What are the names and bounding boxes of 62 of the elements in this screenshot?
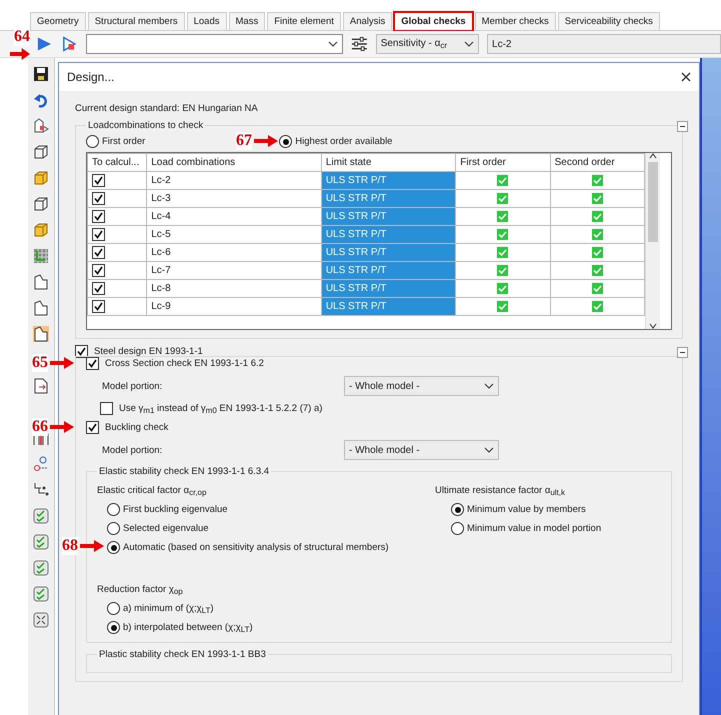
radio-label: Automatic (based on sensitivity analysis of structural members) <box>123 542 389 553</box>
radio-label: Minimum value in model portion <box>467 523 602 534</box>
group-title: Loadcombinations to check <box>87 120 204 131</box>
option-group-label: Elastic critical factor α$_{cr,op}$ <box>97 485 208 497</box>
group-title: Plastic stability check EN 1993-1-1 BB3 <box>98 649 267 660</box>
table-cell: Lc-8 <box>146 280 322 298</box>
field-label: Model portion: <box>102 444 164 456</box>
load-case-field[interactable]: Lc-2 <box>487 34 721 54</box>
table-cell: Lc-9 <box>146 298 322 316</box>
radio-label: a) minimum of (χ;χ$_{LT}$) <box>123 602 214 614</box>
column-header[interactable]: Second order <box>550 154 644 172</box>
radio-label: Selected eigenvalue <box>123 523 209 534</box>
field-label: Model portion: <box>102 380 164 392</box>
table-cell: ULS STR P/T <box>321 172 456 190</box>
table-cell: ULS STR P/T <box>321 208 456 226</box>
option-group-label: Ultimate resistance factor α$_{ult,k}$ <box>435 485 566 497</box>
tab[interactable]: Mass <box>228 12 266 30</box>
callout-number: 68 <box>62 537 78 555</box>
dialog-title: Design... <box>67 70 114 84</box>
model-portion-combo[interactable]: - Whole model - <box>344 440 499 460</box>
tab[interactable]: Geometry <box>30 12 86 30</box>
table-cell: ULS STR P/T <box>321 280 456 298</box>
model-portion-combo[interactable]: - Whole model - <box>344 376 499 396</box>
table-cell: Lc-6 <box>146 244 322 262</box>
tab[interactable]: Member checks <box>474 12 556 30</box>
tab[interactable]: Loads <box>186 12 226 30</box>
table-cell: ULS STR P/T <box>321 226 456 244</box>
tab[interactable]: Finite element <box>267 12 341 30</box>
table-cell: ULS STR P/T <box>321 244 456 262</box>
table-cell: Lc-2 <box>146 172 322 190</box>
table-cell: ULS STR P/T <box>321 190 456 208</box>
option-group-label: Reduction factor χ$_{op}$ <box>97 584 184 596</box>
checkbox-label: Use γ$_{m1}$ instead of γ$_{m0}$ EN 1993-1-1 5.2.2 (7) a) <box>119 402 322 414</box>
checkbox-label: Buckling check <box>105 422 168 433</box>
checkbox-label: Cross Section check EN 1993-1-1 6.2 <box>105 358 264 369</box>
table-cell: Lc-5 <box>146 226 322 244</box>
tab[interactable]: Serviceability checks <box>558 12 660 30</box>
design-standard: Current design standard: EN Hungarian NA <box>75 103 259 114</box>
column-header[interactable]: Load combinations <box>146 154 322 172</box>
radio-label: First buckling eigenvalue <box>123 504 228 515</box>
radio-label: b) interpolated between (χ;χ$_{LT}$) <box>123 622 253 634</box>
checkbox-label: Steel design EN 1993-1-1 <box>94 346 203 357</box>
tab[interactable]: Analysis <box>342 12 392 30</box>
column-header[interactable]: To calcul... <box>88 154 147 172</box>
callout-number: 67 <box>236 132 252 150</box>
radio-label: First order <box>102 136 146 147</box>
tab[interactable]: Global checks <box>394 12 473 30</box>
group-title: Elastic stability check EN 1993-1-1 6.3.4 <box>98 466 270 477</box>
callout-number: 66 <box>32 418 48 436</box>
table-cell: Lc-4 <box>146 208 322 226</box>
callout-number: 65 <box>32 354 48 372</box>
table-cell: ULS STR P/T <box>321 298 456 316</box>
column-header[interactable]: First order <box>456 154 550 172</box>
table-cell: ULS STR P/T <box>321 262 456 280</box>
table-cell: Lc-3 <box>146 190 322 208</box>
radio-label: Highest order available <box>295 136 392 147</box>
radio-label: Minimum value by members <box>467 504 586 515</box>
column-header[interactable]: Limit state <box>321 154 456 172</box>
result-type-combo[interactable]: Sensitivity - α$_{cr}$ <box>376 34 480 54</box>
tab[interactable]: Structural members <box>88 12 185 30</box>
table-cell: Lc-7 <box>146 262 322 280</box>
callout-number: 64 <box>14 28 30 46</box>
